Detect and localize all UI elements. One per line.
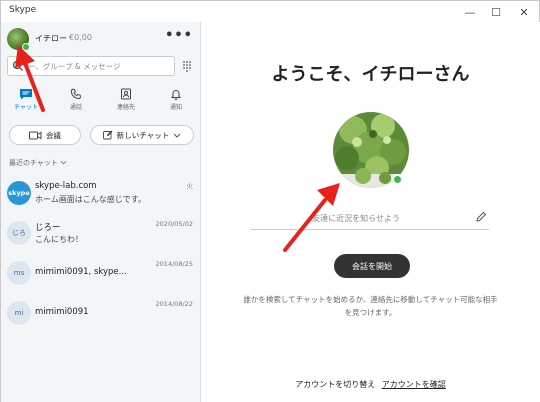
chat-date: 2014/08/25: [155, 260, 193, 268]
search-input[interactable]: [28, 59, 172, 73]
skype-credit[interactable]: €0,00: [69, 33, 92, 42]
dialpad-button[interactable]: [177, 56, 197, 76]
chat-date: 2014/08/22: [155, 300, 193, 308]
chevron-down-icon: [173, 133, 181, 138]
video-camera-icon: [29, 131, 42, 139]
contacts-icon: [121, 88, 131, 100]
online-status-dot: [392, 174, 403, 185]
chat-date: 火: [186, 182, 194, 190]
recent-chats-label: 最近のチャット: [9, 159, 58, 167]
pencil-icon[interactable]: [475, 211, 487, 223]
sidebar: イチロー €0,00 ••• チャット 通話 連絡先: [1, 22, 201, 402]
more-options-button[interactable]: •••: [165, 28, 193, 43]
chat-list-item[interactable]: skype skype-lab.com ホーム画面はこんな感じです。 火: [1, 176, 201, 214]
meet-now-button[interactable]: 会議: [9, 125, 81, 145]
chat-last-message: ホーム画面はこんな感じです。: [35, 195, 146, 204]
recent-chats-header[interactable]: 最近のチャット: [9, 158, 67, 168]
chat-last-message: こんにちわ！: [35, 235, 83, 244]
phone-icon: [70, 88, 82, 100]
tab-notifications-label: 通知: [169, 104, 182, 111]
maximize-button[interactable]: ☐: [483, 1, 509, 23]
chat-avatar: ms: [7, 261, 31, 285]
nav-tabs: チャット 通話 連絡先 通知: [1, 84, 201, 118]
welcome-description: 誰かを検索してチャットを始めるか、連絡先に移動してチャット可能な相手を見つけます…: [243, 295, 498, 317]
meet-now-label: 会議: [46, 130, 61, 140]
chat-date: 2020/05/02: [155, 220, 193, 228]
confirm-account-link[interactable]: アカウントを確認: [382, 380, 446, 389]
chat-list-item[interactable]: mi mimimi0091 2014/08/22: [1, 296, 201, 334]
chat-icon: [20, 89, 32, 100]
tab-chat-label: チャット: [14, 104, 38, 111]
dialpad-icon: [183, 61, 191, 72]
chat-name: mimimi0091, skype...: [35, 267, 127, 277]
close-button[interactable]: ✕: [511, 1, 537, 23]
tab-chat[interactable]: チャット: [1, 84, 51, 118]
minimize-button[interactable]: —: [457, 1, 483, 23]
new-chat-label: 新しいチャット: [116, 130, 170, 140]
tab-contacts-label: 連絡先: [116, 104, 135, 111]
mood-message-field[interactable]: 友達に近況を知らせよう: [251, 208, 489, 230]
chat-avatar: じろ: [7, 221, 31, 245]
welcome-pane: ようこそ、イチローさん 友達に近況を知らせよう 会話を開始 誰かを検索してチャッ…: [201, 22, 540, 402]
chat-list-item[interactable]: じろ じろー こんにちわ！ 2020/05/02: [1, 216, 201, 254]
bell-icon: [170, 90, 182, 100]
title-bar: Skype — ☐ ✕: [0, 0, 540, 22]
chat-name: mimimi0091: [35, 307, 89, 317]
start-conversation-button[interactable]: 会話を開始: [334, 254, 410, 278]
compose-icon: [102, 130, 113, 140]
tab-notifications[interactable]: 通知: [151, 84, 201, 118]
mood-placeholder: 友達に近況を知らせよう: [312, 214, 400, 223]
tab-contacts[interactable]: 連絡先: [101, 84, 151, 118]
search-icon: [12, 60, 23, 71]
chat-avatar: mi: [7, 301, 31, 325]
profile-header: イチロー €0,00 •••: [7, 28, 195, 52]
profile-avatar[interactable]: [7, 28, 30, 51]
window-title: Skype: [9, 5, 37, 15]
new-chat-button[interactable]: 新しいチャット: [90, 125, 194, 145]
switch-account-link[interactable]: アカウントを切り替え: [295, 380, 375, 389]
chat-list-item[interactable]: ms mimimi0091, skype... 2014/08/25: [1, 256, 201, 294]
online-status-dot: [22, 43, 30, 51]
tab-calls[interactable]: 通話: [51, 84, 101, 118]
tab-calls-label: 通話: [69, 104, 82, 111]
chat-avatar: skype: [7, 181, 31, 205]
chat-name: skype-lab.com: [35, 181, 97, 191]
chat-name: じろー: [35, 223, 61, 233]
account-footer: アカウントを切り替え アカウントを確認: [201, 379, 540, 390]
chevron-down-icon: [60, 160, 67, 165]
app-window: イチロー €0,00 ••• チャット 通話 連絡先: [0, 22, 540, 402]
search-box[interactable]: [7, 56, 175, 76]
welcome-title: ようこそ、イチローさん: [271, 64, 470, 85]
profile-name[interactable]: イチロー: [35, 33, 67, 44]
